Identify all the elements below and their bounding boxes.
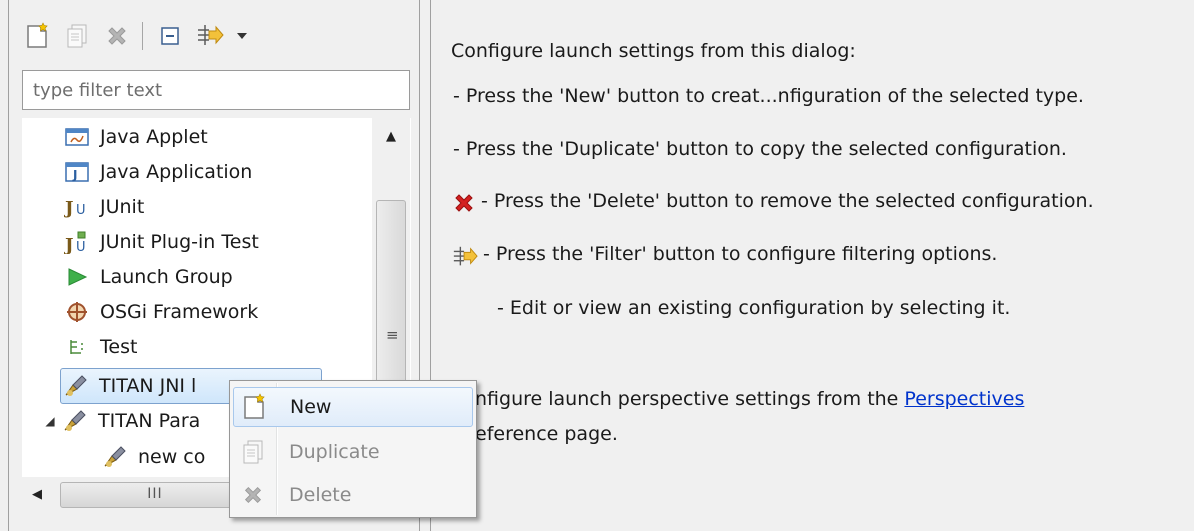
- launch-group-icon: [64, 264, 90, 290]
- tree-item-label: Java Applet: [100, 126, 208, 148]
- titan-icon: [62, 408, 88, 434]
- context-menu: New Duplicate Delete: [229, 380, 477, 518]
- tree-item-label: Java Application: [100, 161, 253, 183]
- new-config-icon: [234, 387, 274, 427]
- svg-text:J: J: [64, 235, 74, 254]
- junit-plugin-icon: JU: [64, 229, 90, 255]
- filter-icon: [451, 244, 479, 275]
- svg-text:U: U: [76, 240, 86, 254]
- delete-icon: [233, 475, 273, 515]
- menu-item-delete[interactable]: Delete: [233, 475, 473, 515]
- test-icon: [64, 334, 90, 360]
- help-line-delete: - Press the 'Delete' button to remove th…: [481, 190, 1094, 212]
- toolbar-separator: [142, 22, 143, 50]
- delete-red-icon: [453, 192, 475, 219]
- filter-icon[interactable]: [193, 19, 227, 53]
- tree-item-label: Test: [100, 336, 138, 358]
- perspective-suffix: eference page.: [475, 423, 618, 445]
- delete-icon[interactable]: [100, 19, 134, 53]
- svg-text:U: U: [76, 203, 86, 218]
- java-applet-icon: [64, 124, 90, 150]
- scroll-up-icon[interactable]: ▲: [372, 120, 410, 154]
- tree-item-label: OSGi Framework: [100, 301, 259, 323]
- help-line-filter: - Press the 'Filter' button to configure…: [483, 243, 998, 265]
- scroll-left-icon[interactable]: ◀: [22, 477, 52, 513]
- help-line-duplicate: - Press the 'Duplicate' button to copy t…: [453, 138, 1067, 160]
- scrollbar-thumb[interactable]: III: [60, 482, 250, 508]
- menu-item-label: Duplicate: [289, 441, 380, 463]
- new-config-icon[interactable]: [20, 19, 54, 53]
- titan-icon: [63, 373, 89, 399]
- tree-item-label: JUnit: [100, 196, 145, 218]
- menu-item-label: New: [290, 396, 332, 418]
- tree-item-osgi-framework[interactable]: OSGi Framework: [64, 295, 258, 329]
- junit-icon: JU: [64, 194, 90, 220]
- tree-item-label: Launch Group: [100, 266, 233, 288]
- menu-item-new[interactable]: New: [233, 387, 473, 427]
- perspective-line: nfigure launch perspective settings from…: [475, 388, 1024, 410]
- tree-item-label: TITAN Para: [98, 410, 201, 432]
- tree-item-launch-group[interactable]: Launch Group: [64, 260, 233, 294]
- tree-item-junit[interactable]: JU JUnit: [64, 190, 144, 224]
- tree-item-junit-plugin-test[interactable]: JU JUnit Plug-in Test: [64, 225, 259, 259]
- tree-item-new-config[interactable]: new co: [102, 440, 205, 474]
- tree-item-label: new co: [138, 446, 206, 468]
- duplicate-icon: [233, 432, 273, 472]
- java-application-icon: J: [64, 159, 90, 185]
- duplicate-icon[interactable]: [60, 19, 94, 53]
- collapse-all-icon[interactable]: [153, 19, 187, 53]
- svg-text:J: J: [64, 198, 74, 218]
- help-intro: Configure launch settings from this dial…: [451, 40, 856, 62]
- tree-item-titan-parallel[interactable]: ◢ TITAN Para: [42, 404, 200, 438]
- help-line-edit: - Edit or view an existing configuration…: [497, 297, 1011, 319]
- help-line-new: - Press the 'New' button to creat...nfig…: [453, 85, 1084, 107]
- tree-item-label: JUnit Plug-in Test: [100, 231, 259, 253]
- perspective-prefix: nfigure launch perspective settings from…: [475, 388, 905, 410]
- filter-input[interactable]: [22, 70, 410, 110]
- dropdown-arrow-icon[interactable]: [233, 19, 251, 53]
- titan-config-icon: [102, 444, 128, 470]
- tree-item-test[interactable]: Test: [64, 330, 137, 364]
- menu-item-duplicate[interactable]: Duplicate: [233, 432, 473, 472]
- launch-config-help-panel: Configure launch settings from this dial…: [430, 0, 1194, 531]
- svg-text:J: J: [72, 168, 77, 182]
- expander-icon[interactable]: ◢: [42, 414, 58, 428]
- tree-item-label: TITAN JNI l: [99, 375, 197, 397]
- tree-toolbar: [20, 18, 257, 54]
- tree-item-java-applet[interactable]: Java Applet: [64, 120, 208, 154]
- tree-item-java-application[interactable]: J Java Application: [64, 155, 252, 189]
- menu-item-label: Delete: [289, 484, 352, 506]
- grip-icon: ≡: [386, 326, 399, 344]
- perspectives-link[interactable]: Perspectives: [904, 388, 1024, 410]
- osgi-icon: [64, 299, 90, 325]
